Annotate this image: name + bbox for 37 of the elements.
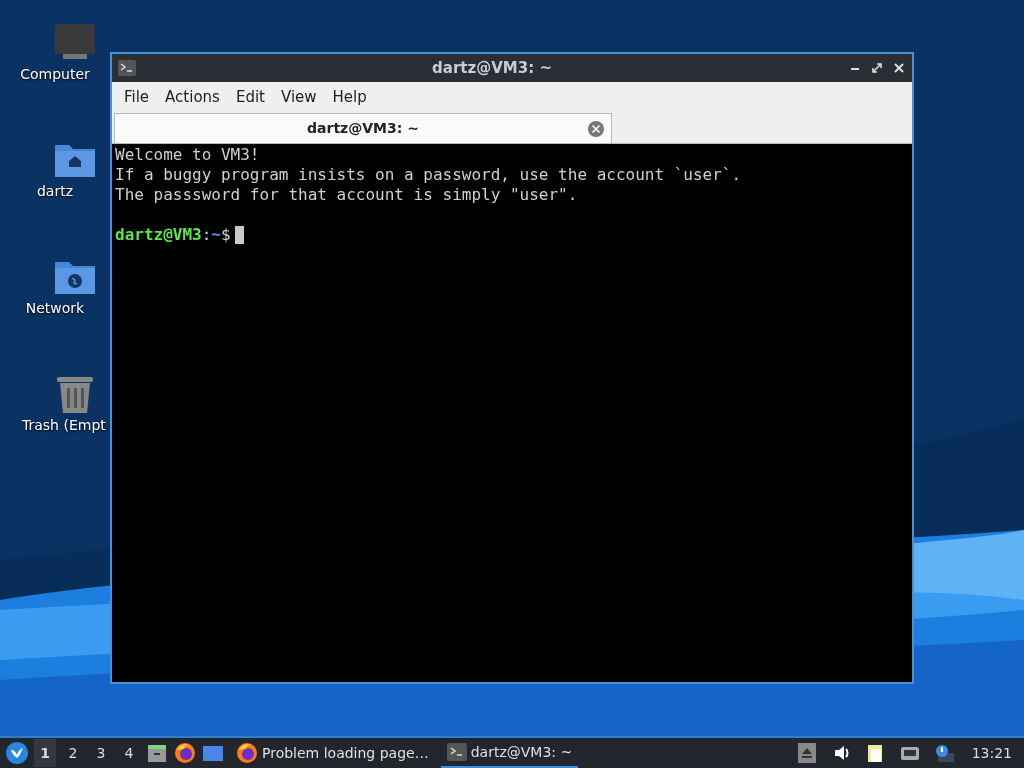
terminal-line: If a buggy program insists on a password, use the account `user`. — [115, 165, 743, 185]
close-icon[interactable] — [587, 120, 605, 138]
menu-item[interactable]: File — [116, 85, 158, 109]
icon-label: Network — [24, 299, 86, 318]
icon-label: dartz — [35, 182, 75, 201]
eject-icon[interactable] — [797, 743, 818, 763]
notification-icon[interactable] — [933, 743, 954, 763]
menu-item[interactable]: View — [272, 85, 325, 109]
file-manager-icon[interactable] — [146, 742, 168, 764]
terminal-line: The passsword for that account is simply "user". — [115, 185, 579, 205]
icon-label: Trash (Empt — [21, 416, 106, 435]
maximize-icon[interactable] — [870, 61, 884, 75]
menu-item[interactable]: Edit — [227, 85, 273, 109]
prompt-path: ~ — [211, 225, 221, 245]
prompt-user: dartz@VM3 — [115, 225, 202, 245]
prompt-separator: : — [201, 225, 212, 245]
taskbar-button[interactable]: dartz@VM3: ~ — [440, 738, 579, 768]
taskbar-button[interactable]: Problem loading page… — [230, 738, 435, 768]
prompt-symbol: $ — [221, 225, 231, 245]
workspace-button[interactable]: 3 — [90, 739, 112, 767]
workspace-button[interactable]: 1 — [34, 739, 56, 767]
computer-icon[interactable] — [53, 22, 97, 62]
terminal-icon — [118, 60, 136, 76]
firefox-icon[interactable] — [174, 742, 196, 764]
terminal-line: Welcome to VM3! — [115, 145, 261, 165]
text-cursor — [234, 226, 244, 244]
clock[interactable]: 13:21 — [971, 742, 1012, 764]
firefox-icon — [236, 742, 258, 764]
tab[interactable]: dartz@VM3: ~ — [114, 113, 612, 143]
menu-item[interactable]: Help — [324, 85, 375, 109]
menu-item[interactable]: Actions — [157, 85, 228, 109]
workspace-button[interactable]: 2 — [62, 739, 84, 767]
terminal-icon — [446, 743, 467, 761]
icon-label: Computer — [19, 65, 91, 84]
window-title: dartz@VM3: ~ — [431, 57, 553, 79]
workspace-button[interactable]: 4 — [118, 739, 140, 767]
close-icon[interactable] — [892, 61, 906, 75]
